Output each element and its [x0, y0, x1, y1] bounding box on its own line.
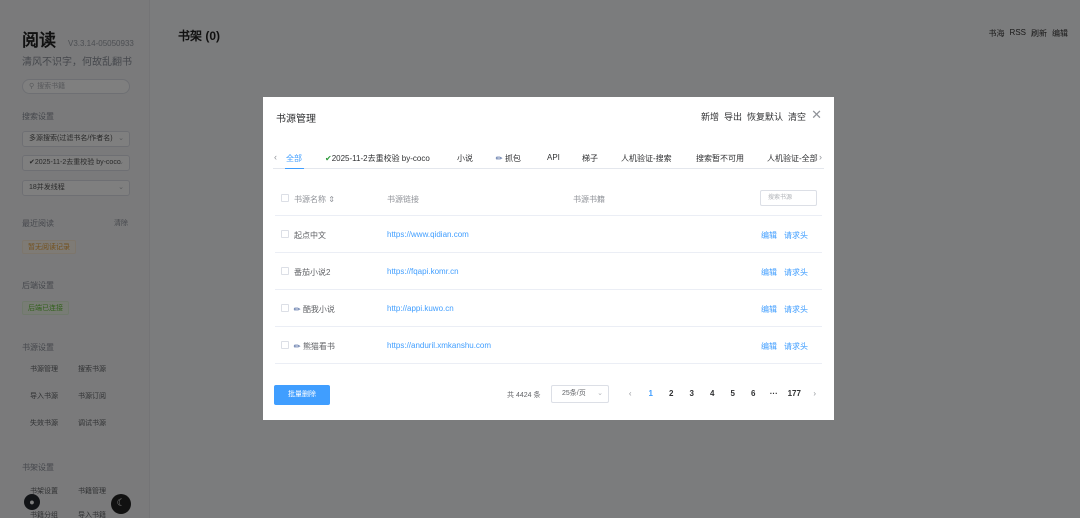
tab-capture[interactable]: ✎ 抓包 — [493, 152, 521, 165]
page-3[interactable]: 3 — [682, 389, 703, 398]
source-name: 番茄小说2 — [294, 268, 331, 277]
active-tab-indicator — [285, 168, 304, 169]
source-name: 熊猫看书 — [302, 342, 335, 351]
source-manage-dialog: 书源管理 新增 导出 恢复默认 清空 ✕ ‹ 全部 ✔2025-11-2去重校验… — [263, 97, 834, 420]
row-checkbox[interactable] — [281, 304, 289, 312]
source-name: 酷我小说 — [302, 305, 335, 314]
page-size-value: 25条/页 — [562, 390, 586, 397]
edit-button[interactable]: 编辑 — [761, 304, 777, 315]
source-name: 起点中文 — [294, 231, 326, 240]
paperclip-icon: ✎ — [291, 340, 303, 353]
dialog-actions: 新增 导出 恢复默认 清空 — [701, 110, 806, 123]
total-count: 共 4424 条 — [507, 392, 541, 399]
page-5[interactable]: 5 — [723, 389, 744, 398]
next-page-icon[interactable]: › — [805, 389, 826, 398]
select-all-checkbox[interactable] — [281, 194, 289, 202]
export-button[interactable]: 导出 — [724, 110, 742, 123]
page-2[interactable]: 2 — [661, 389, 682, 398]
dialog-title: 书源管理 — [276, 114, 316, 125]
clear-button[interactable]: 清空 — [788, 110, 806, 123]
tab-capture-label: 抓包 — [504, 154, 521, 163]
row-checkbox[interactable] — [281, 230, 289, 238]
tab-all[interactable]: 全部 — [286, 153, 302, 164]
check-icon: ✔ — [325, 154, 332, 163]
source-name-cell: ✎ 熊猫看书 — [291, 340, 335, 353]
headers-button[interactable]: 请求头 — [784, 341, 808, 352]
tab-dedupe-label: 2025-11-2去重校验 by-coco — [331, 154, 430, 163]
chevron-right-icon[interactable]: › — [819, 152, 822, 162]
row-ops: 编辑 请求头 — [761, 267, 808, 278]
row-checkbox[interactable] — [281, 341, 289, 349]
page-177[interactable]: 177 — [784, 389, 805, 398]
table-row: ✎ 熊猫看书 https://anduril.xmkanshu.com 编辑 请… — [275, 327, 822, 364]
source-name-cell: ✎ 酷我小说 — [291, 303, 335, 316]
paperclip-icon: ✎ — [493, 152, 505, 165]
tab-api[interactable]: API — [547, 153, 560, 162]
chevron-down-icon: ⌄ — [597, 390, 603, 397]
table-row: 番茄小说2 https://fqapi.komr.cn 编辑 请求头 — [275, 253, 822, 290]
source-url[interactable]: https://anduril.xmkanshu.com — [387, 341, 491, 350]
col-group: 书源书籍 — [573, 195, 605, 204]
page-4[interactable]: 4 — [702, 389, 723, 398]
tab-ladder[interactable]: 梯子 — [582, 153, 598, 164]
table-row: 起点中文 https://www.qidian.com 编辑 请求头 — [275, 216, 822, 253]
paperclip-icon: ✎ — [291, 303, 303, 316]
edit-button[interactable]: 编辑 — [761, 230, 777, 241]
source-url[interactable]: https://fqapi.komr.cn — [387, 267, 459, 276]
source-group-tabs: ‹ 全部 ✔2025-11-2去重校验 by-coco 小说 ✎ 抓包 API … — [273, 145, 824, 169]
col-url: 书源链接 — [387, 195, 419, 204]
headers-button[interactable]: 请求头 — [784, 230, 808, 241]
headers-button[interactable]: 请求头 — [784, 304, 808, 315]
tab-dedupe[interactable]: ✔2025-11-2去重校验 by-coco — [325, 153, 430, 164]
close-icon[interactable]: ✕ — [811, 107, 822, 123]
edit-button[interactable]: 编辑 — [761, 267, 777, 278]
tab-captcha-all[interactable]: 人机验证-全部 — [767, 153, 818, 164]
source-table: 书源名称 ⇕ 书源链接 书源书籍 搜索书源 起点中文 https://www.q… — [275, 180, 822, 364]
add-source-button[interactable]: 新增 — [701, 110, 719, 123]
page-ellipsis[interactable]: ··· — [764, 389, 785, 398]
page-6[interactable]: 6 — [743, 389, 764, 398]
prev-page-icon[interactable]: ‹ — [620, 389, 641, 398]
row-ops: 编辑 请求头 — [761, 341, 808, 352]
edit-button[interactable]: 编辑 — [761, 341, 777, 352]
tab-captcha-search[interactable]: 人机验证-搜索 — [621, 153, 672, 164]
source-url[interactable]: http://appi.kuwo.cn — [387, 304, 454, 313]
pagination: ‹ 1 2 3 4 5 6 ··· 177 › — [620, 389, 825, 398]
row-ops: 编辑 请求头 — [761, 230, 808, 241]
page-1[interactable]: 1 — [641, 389, 662, 398]
row-ops: 编辑 请求头 — [761, 304, 808, 315]
table-header: 书源名称 ⇕ 书源链接 书源书籍 搜索书源 — [275, 180, 822, 216]
tab-search-unavailable[interactable]: 搜索暂不可用 — [696, 153, 744, 164]
restore-default-button[interactable]: 恢复默认 — [747, 110, 783, 123]
row-checkbox[interactable] — [281, 267, 289, 275]
table-row: ✎ 酷我小说 http://appi.kuwo.cn 编辑 请求头 — [275, 290, 822, 327]
page-size-select[interactable]: 25条/页 ⌄ — [551, 385, 609, 403]
headers-button[interactable]: 请求头 — [784, 267, 808, 278]
col-name[interactable]: 书源名称 ⇕ — [294, 194, 335, 205]
chevron-left-icon[interactable]: ‹ — [274, 152, 277, 162]
source-search-input[interactable]: 搜索书源 — [760, 190, 817, 206]
batch-delete-button[interactable]: 批量删除 — [274, 385, 330, 405]
source-url[interactable]: https://www.qidian.com — [387, 230, 469, 239]
tab-novel[interactable]: 小说 — [457, 153, 473, 164]
